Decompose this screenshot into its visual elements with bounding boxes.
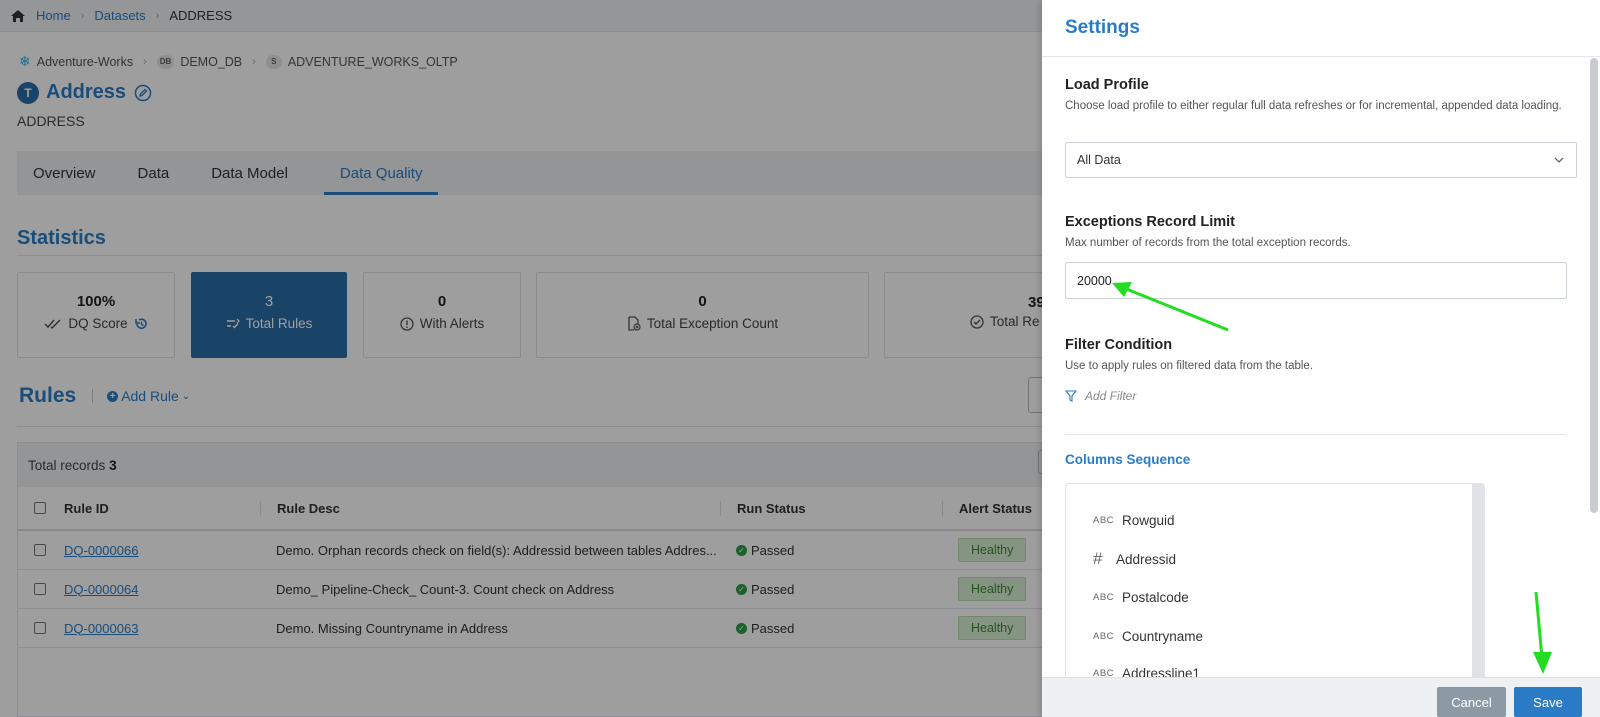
column-name: Addressid	[1116, 551, 1177, 567]
column-name: Rowguid	[1122, 513, 1175, 528]
columns-sequence-title[interactable]: Columns Sequence	[1065, 452, 1190, 467]
panel-header: Settings	[1042, 0, 1600, 57]
cancel-button[interactable]: Cancel	[1437, 687, 1506, 717]
list-item[interactable]: ABC Addressline1	[1093, 666, 1200, 677]
list-scrollbar[interactable]	[1472, 484, 1484, 677]
text-type-icon: ABC	[1093, 631, 1115, 642]
panel-title: Settings	[1065, 17, 1140, 38]
number-type-icon: #	[1093, 549, 1103, 568]
add-filter-button[interactable]: Add Filter	[1065, 389, 1136, 403]
text-type-icon: ABC	[1093, 515, 1115, 526]
add-filter-label: Add Filter	[1085, 389, 1137, 403]
text-type-icon: ABC	[1093, 668, 1115, 677]
save-button[interactable]: Save	[1514, 687, 1582, 717]
exceptions-limit-desc: Max number of records from the total exc…	[1065, 237, 1351, 249]
columns-sequence-list: ABC Rowguid # Addressid ABC Postalcode A…	[1065, 483, 1485, 677]
filter-icon	[1065, 390, 1077, 402]
settings-panel: Settings Load Profile Choose load profil…	[1042, 0, 1600, 717]
list-item[interactable]: # Addressid	[1093, 549, 1176, 569]
list-item[interactable]: ABC Countryname	[1093, 629, 1203, 644]
list-item[interactable]: ABC Postalcode	[1093, 590, 1189, 605]
text-type-icon: ABC	[1093, 592, 1115, 603]
exceptions-limit-value: 20000	[1077, 273, 1112, 288]
list-item[interactable]: ABC Rowguid	[1093, 513, 1175, 528]
column-name: Countryname	[1122, 629, 1204, 644]
filter-condition-title: Filter Condition	[1065, 337, 1173, 353]
load-profile-select[interactable]: All Data	[1065, 142, 1577, 178]
chevron-down-icon	[1554, 157, 1564, 163]
load-profile-title: Load Profile	[1065, 77, 1149, 93]
modal-backdrop[interactable]	[0, 0, 1042, 717]
filter-condition-desc: Use to apply rules on filtered data from…	[1065, 360, 1314, 372]
column-name: Addressline1	[1122, 666, 1201, 677]
exceptions-limit-title: Exceptions Record Limit	[1065, 214, 1236, 230]
divider	[1065, 434, 1566, 435]
panel-footer: Cancel Save	[1042, 677, 1600, 717]
load-profile-desc: Choose load profile to either regular fu…	[1065, 100, 1562, 112]
column-name: Postalcode	[1122, 590, 1189, 605]
panel-body: Load Profile Choose load profile to eith…	[1042, 57, 1600, 677]
load-profile-value: All Data	[1077, 153, 1121, 167]
exceptions-limit-input[interactable]: 20000	[1065, 262, 1567, 299]
